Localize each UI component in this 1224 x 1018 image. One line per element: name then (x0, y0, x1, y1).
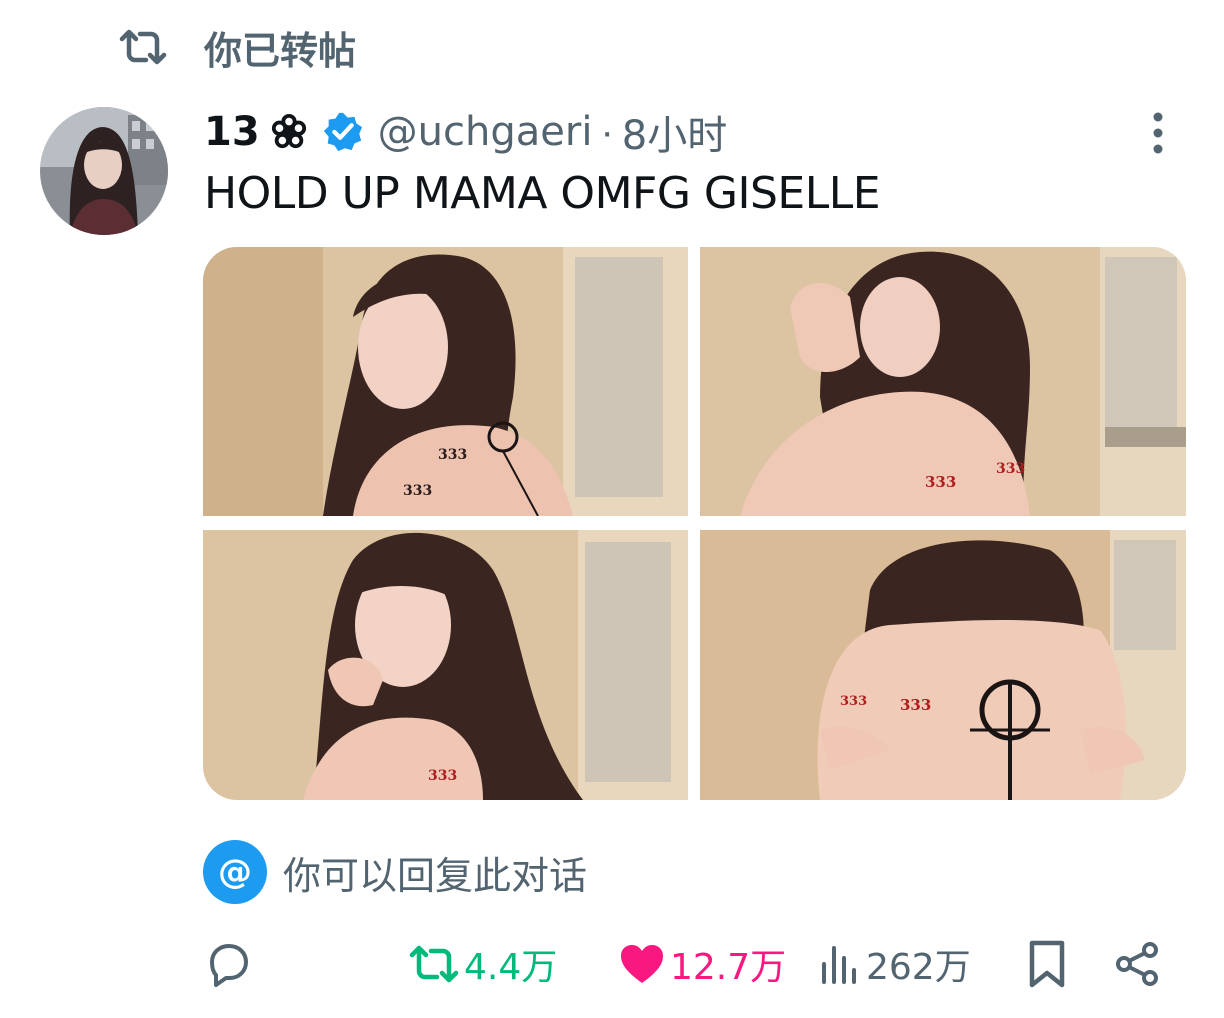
bookmark-button[interactable] (1026, 932, 1068, 996)
bookmark-icon (1029, 940, 1065, 988)
like-count: 12.7万 (670, 947, 787, 988)
tweet-photo-4[interactable]: 333 333 (700, 530, 1186, 800)
reply-button[interactable] (204, 932, 252, 996)
retweet-icon (409, 945, 459, 983)
views-icon (822, 946, 856, 984)
heart-icon (621, 945, 663, 983)
photo-1-tattoo-1: 333 (438, 447, 467, 463)
retweet-banner[interactable]: 你已转帖 (118, 22, 357, 73)
reply-icon (210, 944, 248, 987)
tweet-timestamp[interactable]: 8小时 (622, 103, 727, 161)
reply-restriction-text: 你可以回复此对话 (283, 853, 588, 898)
retweet-count: 4.4万 (464, 947, 558, 988)
tweet-photo-3[interactable]: 333 (203, 530, 688, 800)
retweet-banner-label: 你已转帖 (204, 28, 357, 73)
photo-3-tattoo: 333 (428, 768, 457, 784)
avatar[interactable] (40, 107, 168, 235)
header-separator: · (600, 109, 614, 154)
author-display-name[interactable]: 13 (204, 109, 260, 155)
author-handle[interactable]: @uchgaeri (378, 109, 593, 155)
tweet-action-bar: 4.4万 12.7万 262万 (0, 932, 1224, 996)
avatar-image (40, 107, 168, 235)
share-icon (1116, 942, 1158, 986)
tweet-header: 13 @uchgaeri · 8小时 (204, 104, 727, 160)
share-button[interactable] (1114, 932, 1160, 996)
media-grid: 333 333 333 333 333 333 333 (203, 247, 1186, 800)
photo-4-tattoo-2: 333 (900, 696, 931, 714)
views-count: 262万 (866, 947, 971, 988)
retweet-button[interactable]: 4.4万 (408, 932, 557, 996)
tweet-photo-1[interactable]: 333 333 (203, 247, 688, 516)
reply-restriction-notice: @ 你可以回复此对话 (203, 840, 587, 904)
views-button[interactable]: 262万 (818, 932, 971, 996)
like-button[interactable]: 12.7万 (618, 932, 786, 996)
tweet-text: HOLD UP MAMA OMFG GISELLE (204, 168, 881, 219)
photo-2-tattoo-1: 333 (925, 473, 956, 491)
photo-1-tattoo-2: 333 (403, 483, 432, 499)
retweet-icon (119, 29, 167, 65)
more-options-icon[interactable] (1146, 110, 1170, 156)
tweet-photo-2[interactable]: 333 333 (700, 247, 1186, 516)
photo-4-tattoo-1: 333 (840, 694, 867, 709)
mention-badge-icon: @ (203, 840, 267, 904)
photo-2-tattoo-2: 333 (996, 461, 1025, 477)
flower-icon (271, 113, 306, 149)
verified-badge-icon[interactable] (322, 111, 364, 153)
